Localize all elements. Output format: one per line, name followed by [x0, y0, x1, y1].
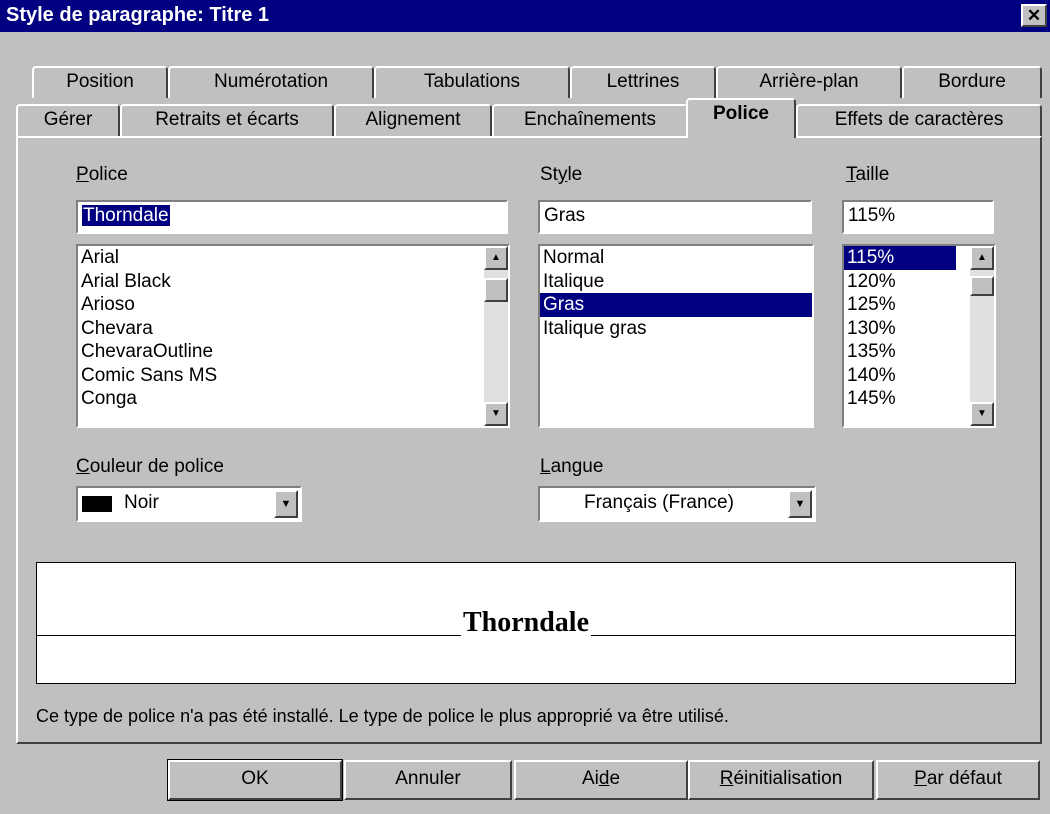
size-list-item[interactable]: 145%	[844, 387, 956, 411]
tab-enchainements[interactable]: Enchaînements	[492, 104, 688, 136]
size-list-item[interactable]: 135%	[844, 340, 956, 364]
chevron-down-icon[interactable]: ▼	[274, 490, 298, 518]
font-list-item[interactable]: Chevara	[78, 317, 508, 341]
size-label: Taille	[846, 164, 890, 185]
font-list-item[interactable]: Arial Black	[78, 270, 508, 294]
font-list-item[interactable]: Arioso	[78, 293, 508, 317]
language-value: Français (France)	[584, 492, 734, 513]
tab-effets-de-caracteres[interactable]: Effets de caractères	[796, 104, 1042, 136]
close-icon: ✕	[1026, 6, 1042, 25]
tab-lettrines[interactable]: Lettrines	[570, 66, 716, 98]
size-list-item[interactable]: 120%	[844, 270, 956, 294]
font-list[interactable]: Arial Arial Black Arioso Chevara ChevaraOutl…	[76, 244, 510, 428]
tab-alignement[interactable]: Alignement	[334, 104, 492, 136]
font-color-select[interactable]: Noir ▼	[76, 486, 302, 522]
size-list[interactable]: 115% 120% 125% 130% 135% 140% 145% ▲ ▼	[842, 244, 996, 428]
font-list-scrollbar[interactable]: ▲ ▼	[484, 246, 508, 426]
font-list-item[interactable]: Conga	[78, 387, 508, 411]
font-list-item[interactable]: Arial	[78, 246, 508, 270]
style-list-item[interactable]: Normal	[540, 246, 812, 270]
default-button[interactable]: Par défaut	[876, 760, 1040, 800]
color-swatch	[82, 496, 112, 512]
font-name-input[interactable]: Thorndale	[76, 200, 508, 234]
tab-gerer[interactable]: Gérer	[16, 104, 120, 136]
tab-retraits-et-ecarts[interactable]: Retraits et écarts	[120, 104, 334, 136]
size-list-item[interactable]: 140%	[844, 364, 956, 388]
window-title: Style de paragraphe: Titre 1	[6, 4, 270, 26]
tab-numerotation[interactable]: Numérotation	[168, 66, 374, 98]
font-color-value: Noir	[124, 492, 159, 513]
font-list-item[interactable]: ChevaraOutline	[78, 340, 508, 364]
language-select[interactable]: Français (France) ▼	[538, 486, 816, 522]
style-list-item[interactable]: Gras	[540, 293, 812, 317]
tab-tabulations[interactable]: Tabulations	[374, 66, 570, 98]
style-input[interactable]: Gras	[538, 200, 812, 234]
language-label: Langue	[540, 456, 604, 477]
preview-text: Thorndale	[460, 607, 592, 638]
font-list-item[interactable]: Comic Sans MS	[78, 364, 508, 388]
size-input[interactable]: 115%	[842, 200, 994, 234]
title-bar: Style de paragraphe: Titre 1 ✕	[0, 0, 1050, 32]
scroll-thumb[interactable]	[970, 276, 994, 296]
style-list-item[interactable]: Italique gras	[540, 317, 812, 341]
ok-button[interactable]: OK	[167, 759, 343, 801]
scroll-up-icon[interactable]: ▲	[484, 246, 508, 270]
tab-position[interactable]: Position	[32, 66, 168, 98]
tab-bordure[interactable]: Bordure	[902, 66, 1042, 98]
scroll-down-icon[interactable]: ▼	[970, 402, 994, 426]
cancel-button[interactable]: Annuler	[344, 760, 512, 800]
reset-button[interactable]: Réinitialisation	[688, 760, 874, 800]
close-button[interactable]: ✕	[1021, 4, 1047, 27]
style-label: Style	[540, 164, 583, 185]
scroll-up-icon[interactable]: ▲	[970, 246, 994, 270]
tab-police[interactable]: Police	[686, 98, 796, 138]
info-text: Ce type de police n'a pas été installé. …	[36, 706, 729, 726]
scroll-down-icon[interactable]: ▼	[484, 402, 508, 426]
size-list-item[interactable]: 130%	[844, 317, 956, 341]
help-button[interactable]: Aide	[514, 760, 688, 800]
font-color-label: Couleur de police	[76, 456, 224, 477]
size-list-item[interactable]: 115%	[844, 246, 956, 270]
scroll-thumb[interactable]	[484, 278, 508, 302]
size-list-scrollbar[interactable]: ▲ ▼	[970, 246, 994, 426]
font-label: Police	[76, 164, 128, 185]
chevron-down-icon[interactable]: ▼	[788, 490, 812, 518]
style-list[interactable]: Normal Italique Gras Italique gras	[538, 244, 814, 428]
style-list-item[interactable]: Italique	[540, 270, 812, 294]
font-preview: Thorndale	[36, 562, 1016, 684]
tab-arriere-plan[interactable]: Arrière-plan	[716, 66, 902, 98]
size-list-item[interactable]: 125%	[844, 293, 956, 317]
